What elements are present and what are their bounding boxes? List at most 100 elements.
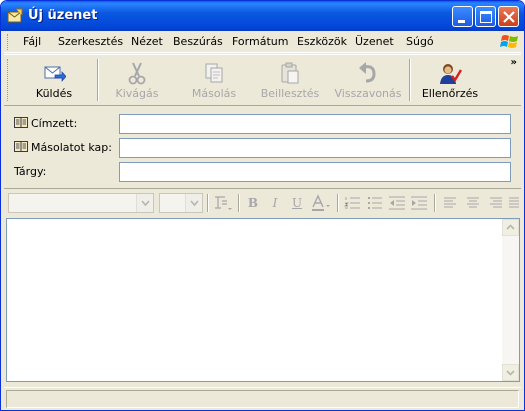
cc-input[interactable] (119, 138, 511, 158)
to-label-button[interactable]: Címzett: (14, 117, 77, 130)
font-name-select[interactable] (8, 193, 154, 213)
scroll-up-button[interactable] (502, 219, 519, 236)
paste-icon (281, 62, 299, 84)
menu-tools[interactable]: Eszközök (297, 35, 347, 48)
minimize-button[interactable] (452, 6, 473, 27)
decrease-indent-button[interactable] (387, 194, 407, 212)
new-message-icon (7, 8, 23, 23)
increase-indent-button[interactable] (409, 194, 429, 212)
maximize-button[interactable] (475, 6, 496, 27)
address-book-icon (14, 141, 28, 152)
send-label: Küldés (35, 87, 73, 100)
menu-help[interactable]: Súgó (406, 35, 434, 48)
scissors-icon (128, 62, 146, 85)
toolbar-grip[interactable] (7, 59, 10, 101)
justify-button[interactable] (507, 194, 519, 212)
formatting-toolbar: B I U (4, 188, 521, 216)
toolbar-overflow-chevron[interactable]: » (511, 57, 517, 68)
subject-input[interactable] (119, 162, 511, 182)
decrease-indent-icon (389, 196, 405, 210)
align-center-icon (467, 197, 479, 208)
subject-label: Tárgy: (14, 165, 47, 178)
to-label: Címzett: (31, 117, 78, 130)
maximize-icon (480, 11, 492, 23)
increase-indent-icon (411, 196, 427, 210)
cut-label: Kivágás (115, 87, 159, 100)
toolbar-separator (207, 194, 209, 212)
chevron-down-icon (141, 200, 150, 207)
cc-row: Másolatot kap: (4, 137, 521, 159)
menu-insert[interactable]: Beszúrás (173, 35, 223, 48)
toolbar-separator (434, 194, 436, 212)
toolbar-separator (238, 194, 240, 212)
window-title: Új üzenet (28, 8, 98, 23)
scroll-down-button[interactable] (502, 364, 519, 381)
title-bar[interactable]: Új üzenet (1, 1, 524, 31)
toolbar-separator (337, 194, 339, 212)
align-right-icon (490, 197, 502, 208)
underline-button[interactable]: U (287, 194, 307, 212)
subject-row: Tárgy: (4, 161, 521, 183)
status-bar (4, 387, 521, 409)
align-left-button[interactable] (441, 194, 461, 212)
chevron-up-icon (506, 224, 515, 230)
close-button[interactable] (498, 6, 519, 27)
to-input[interactable] (119, 114, 511, 134)
chevron-down-icon (190, 200, 199, 207)
menu-file[interactable]: Fájl (23, 35, 41, 48)
chevron-down-icon (506, 370, 515, 376)
close-icon (503, 11, 515, 23)
menu-edit[interactable]: Szerkesztés (58, 35, 123, 48)
new-message-window: Új üzenet Fájl Szerkesztés Nézet Beszúrá… (0, 0, 525, 411)
address-book-icon (14, 117, 28, 128)
font-color-button[interactable] (309, 194, 333, 212)
bulleted-list-button[interactable] (365, 194, 385, 212)
paste-label: Beillesztés (260, 87, 320, 100)
paragraph-style-icon (215, 196, 232, 210)
menu-message[interactable]: Üzenet (355, 35, 394, 48)
font-color-icon (312, 194, 330, 211)
minimize-icon (458, 20, 465, 23)
copy-button[interactable]: Másolás (175, 57, 253, 103)
toolbar-separator (97, 59, 99, 101)
font-size-dropdown[interactable] (185, 194, 202, 212)
check-names-icon (440, 64, 462, 84)
to-row: Címzett: (4, 113, 521, 135)
send-button[interactable]: Küldés (14, 57, 94, 103)
paragraph-style-button[interactable] (211, 194, 235, 212)
italic-button[interactable]: I (265, 194, 285, 212)
menu-view[interactable]: Nézet (131, 35, 163, 48)
bold-button[interactable]: B (243, 194, 263, 212)
undo-button[interactable]: Visszavonás (330, 57, 406, 103)
windows-logo-icon (500, 35, 518, 48)
undo-icon (359, 62, 376, 83)
align-left-icon (444, 197, 456, 208)
menu-grip[interactable] (7, 34, 10, 50)
menu-format[interactable]: Formátum (232, 35, 288, 48)
cut-button[interactable]: Kivágás (101, 57, 173, 103)
standard-toolbar: Küldés Kivágás Másolás Beillesztés Vissz… (4, 54, 521, 106)
vertical-scrollbar[interactable] (502, 219, 519, 381)
align-center-button[interactable] (463, 194, 483, 212)
numbered-list-button[interactable] (343, 194, 363, 212)
align-right-button[interactable] (485, 194, 505, 212)
bulleted-list-icon (368, 197, 382, 209)
paste-button[interactable]: Beillesztés (254, 57, 326, 103)
menu-bar: Fájl Szerkesztés Nézet Beszúrás Formátum… (4, 31, 521, 53)
undo-label: Visszavonás (334, 87, 402, 100)
justify-icon (509, 197, 519, 208)
cc-label: Másolatot kap: (31, 141, 112, 154)
check-names-button[interactable]: Ellenőrzés (412, 57, 488, 103)
toolbar-separator (409, 59, 411, 101)
numbered-list-icon (343, 197, 360, 209)
font-size-select[interactable] (159, 193, 203, 213)
message-header: Címzett: Másolatot kap: Tárgy: (4, 107, 521, 187)
copy-label: Másolás (191, 87, 237, 100)
font-name-dropdown[interactable] (136, 194, 153, 212)
check-names-label: Ellenőrzés (421, 87, 479, 100)
status-field (6, 390, 519, 408)
copy-icon (205, 63, 223, 83)
send-icon (44, 66, 66, 82)
message-body[interactable] (6, 218, 520, 382)
cc-label-button[interactable]: Másolatot kap: (14, 141, 112, 154)
